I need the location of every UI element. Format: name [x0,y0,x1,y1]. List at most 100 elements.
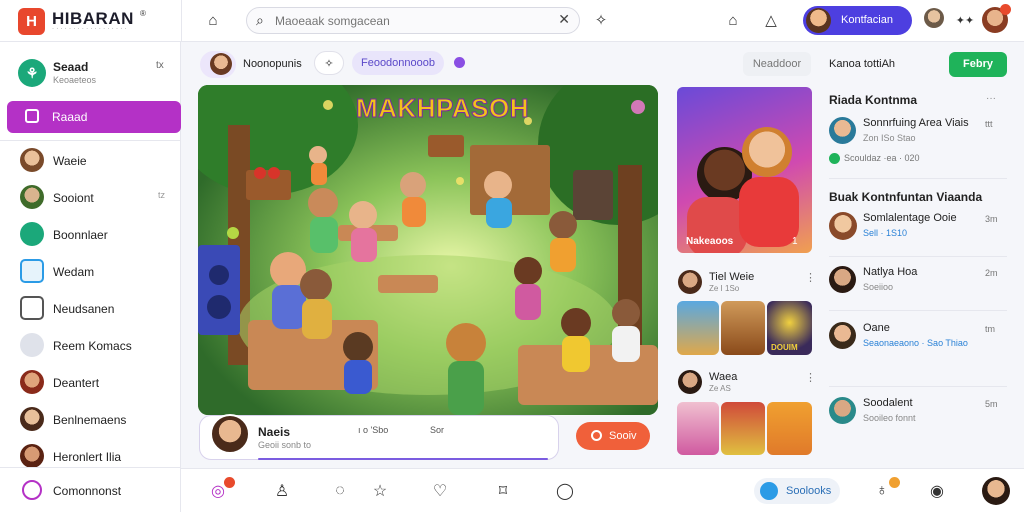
list-item[interactable]: Somlalentage Ooie Sell · 1S10 3m [829,210,1009,250]
chat-icon[interactable]: ◌ [328,479,352,503]
feed-thumb[interactable] [721,301,765,355]
featured-post-image[interactable] [677,87,812,253]
avatar [20,333,44,357]
list-item-time: 2m [985,268,998,278]
list-item-sub: Sooileo fonnt [863,413,916,423]
category-tag[interactable]: Feoodonnooob [352,51,444,75]
reaction-count-2[interactable]: Sor [430,425,444,435]
schedule-button[interactable]: Soolooks [754,478,840,504]
scene-artwork [198,85,658,415]
list-item[interactable]: Sonnrfuing Area Viais Zon ISo Stao ttt [829,115,1009,155]
list-item-name: Natlya Hoa [863,266,918,278]
sidebar-item[interactable]: Neudsanen [0,292,181,324]
comment-icon[interactable]: ◯ [553,479,577,503]
author-name[interactable]: Noonopunis [243,58,302,70]
status-row: Scouldaz ·ea · 020 [829,151,1009,169]
spark-icon[interactable]: ✧ [588,7,614,33]
user-icon[interactable]: ♙ [270,479,294,503]
filter-button[interactable]: Neaddoor [743,52,811,76]
camera-icon[interactable]: ◉ [925,479,949,503]
topbar-divider [181,0,182,42]
follow-button[interactable]: Febry [949,52,1007,77]
sidebar-item-label: Deantert [53,376,100,390]
author-avatar[interactable] [210,53,232,75]
search-icon: ⌕ [256,12,264,28]
feed-row-name: Waea [709,371,738,383]
list-item[interactable]: Natlya Hoa Soeiioo 2m [829,264,1009,304]
post-composer[interactable]: Naeis Geoii sonb to ı o 'Sbo Sor [199,414,559,460]
bell-icon[interactable]: △ [758,7,784,33]
more-options-icon[interactable]: ⋮ [805,271,816,284]
list-item-sub: Soeiioo [863,282,894,292]
divider [829,310,1007,311]
trademark-mark: ® [140,9,146,18]
search-bar[interactable]: ⌕ ✕ [246,7,580,34]
feed-row[interactable]: Tiel Weie Ze I 1So ⋮ [677,270,816,296]
sidebar-item[interactable]: Sooiont tz [0,181,181,213]
avatar [20,407,44,431]
calendar-icon [760,482,778,500]
poster-avatar[interactable] [210,414,250,454]
status-dot [454,57,465,68]
sidebar-item[interactable]: Boonnlaer [0,218,181,250]
more-icon[interactable]: ✦✦ [952,7,978,33]
bag-icon[interactable]: ⌂ [720,7,746,33]
star-icon[interactable]: ☆ [368,479,392,503]
avatar [829,212,857,240]
user-avatar[interactable] [982,477,1010,505]
search-input[interactable] [275,12,545,30]
sidebar-item-label: Neudsanen [53,302,115,316]
profile-button[interactable]: Kontfacian [803,6,912,35]
feed-row-name: Tiel Weie [709,271,755,283]
reaction-count[interactable]: ı o 'Sbo [358,425,388,435]
magic-icon[interactable]: ✧ [314,51,344,75]
sidebar-item-label: Boonnlaer [53,228,108,242]
feed-thumb[interactable] [721,402,765,455]
sidebar-item[interactable]: Benlnemaens [0,403,181,435]
video-icon [20,259,44,283]
poster-name[interactable]: Naeis [258,425,290,439]
more-options-icon[interactable]: ⋮ [805,371,816,384]
sidebar-footer[interactable]: Comonnonst [0,467,181,512]
save-button[interactable]: Sooiv [576,422,650,450]
sidebar-item-label: Heronlert Ilia [53,450,122,464]
friend-avatar[interactable] [924,8,944,28]
sidebar-item-label: Benlnemaens [53,413,127,427]
feed-thumb[interactable]: DOUIM [767,301,812,355]
clear-search-icon[interactable]: ✕ [558,11,570,28]
workspace-icon[interactable]: ⚘ [18,59,46,87]
brand-tagline: · · · · · · · · · · · · · · · · · · [52,26,127,32]
sidebar-close-icon[interactable]: tx [156,60,164,71]
sidebar-item-label: Wedam [53,265,95,279]
feed-thumb[interactable] [677,402,719,455]
main-illustration[interactable] [198,85,658,415]
avatar [20,444,44,468]
feed-row[interactable]: Waea Ze AS ⋮ [677,370,816,396]
list-item[interactable]: Oane Seaonaeaono · Sao Thiao tm [829,320,1009,380]
list-item-sub: Seaonaeaono · Sao Thiao [863,338,968,348]
feed-thumb[interactable] [767,402,812,455]
schedule-label: Soolooks [786,485,832,497]
sidebar-item-active[interactable]: Raaad [7,101,181,133]
feed-thumb[interactable] [677,301,719,355]
list-item[interactable]: Soodalent Sooileo fonnt 5m [829,395,1009,435]
sidebar-item-label: Waeie [53,154,87,168]
heart-icon[interactable]: ♡ [428,479,452,503]
brand-logo-icon[interactable]: H [18,8,45,35]
profile-name: Kontfacian [841,14,893,26]
home-icon[interactable]: ⌂ [200,7,226,33]
sidebar-item[interactable]: Wedam [0,255,181,287]
profile-avatar [806,8,831,33]
feed-row-sub: Ze I 1So [709,284,740,293]
sidebar-item[interactable]: Deantert [0,366,181,398]
divider [829,256,1007,257]
sidebar-item[interactable]: Reem Komacs [0,329,181,361]
list-item-time: 5m [985,399,998,409]
community-icon [22,480,42,500]
featured-count: 1 [792,236,798,247]
notification-badge [889,477,900,488]
sidebar-item[interactable]: Waeie [0,144,181,176]
bookmark-icon[interactable]: ⌑ [491,479,515,503]
panel-header-link[interactable]: Kanoa tottiAh [829,58,895,70]
more-options-icon[interactable]: ··· [986,93,996,104]
